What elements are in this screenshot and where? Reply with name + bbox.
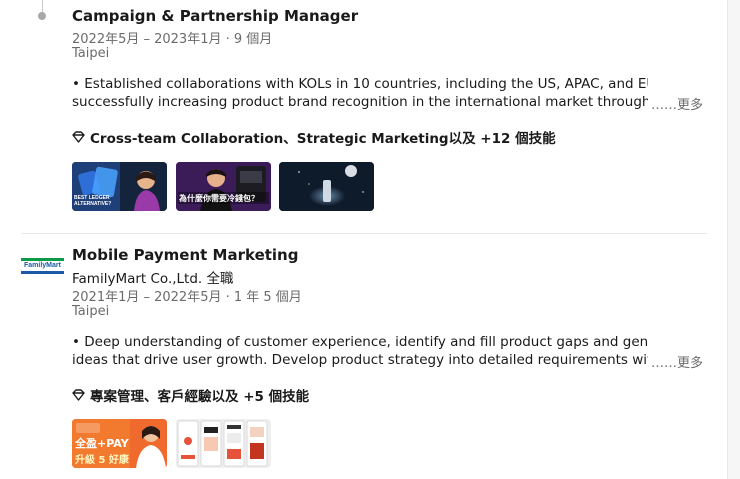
position-description-line1: • Established collaborations with KOLs i…	[72, 76, 648, 92]
section-divider	[22, 233, 707, 234]
see-more-button[interactable]: ……更多	[651, 352, 703, 371]
promo-subline: 升級 5 好康	[75, 455, 129, 466]
media-thumbnail-pay-promo[interactable]: 全盈+PAY 升級 5 好康	[72, 419, 167, 468]
media-thumbnail-ledger[interactable]: BEST LEDGER ALTERNATIVE?	[72, 162, 167, 211]
position-title[interactable]: Mobile Payment Marketing	[72, 246, 298, 264]
page-scroll-area[interactable]	[728, 0, 740, 479]
position-description-line1: • Deep understanding of customer experie…	[72, 334, 648, 350]
position-dates: 2022年5月 – 2023年1月 · 9 個月	[72, 32, 273, 47]
media-image	[176, 419, 271, 468]
skills-label: 專案管理、客戶經驗以及 +5 個技能	[90, 389, 310, 405]
position-location: Taipei	[72, 304, 110, 319]
diamond-icon	[72, 131, 85, 143]
familymart-logo[interactable]: FamilyMart	[21, 258, 64, 274]
media-thumbnail-app-screens[interactable]	[176, 419, 271, 468]
media-thumbnail-cold-wallet[interactable]: 為什麼你需要冷錢包？	[176, 162, 271, 211]
promo-headline: 全盈+PAY	[75, 437, 129, 450]
thumbnail-caption: BEST LEDGER ALTERNATIVE?	[74, 195, 112, 207]
company-name: FamilyMart Co.,Ltd. 全職	[72, 271, 234, 287]
position-title[interactable]: Campaign & Partnership Manager	[72, 7, 358, 25]
media-image	[279, 162, 374, 211]
timeline-dot	[38, 12, 46, 20]
skills-link[interactable]: Cross-team Collaboration、Strategic Marke…	[72, 127, 556, 147]
position-description-line2: ideas that drive user growth. Develop pr…	[72, 352, 648, 368]
position-location: Taipei	[72, 46, 110, 61]
skills-label: Cross-team Collaboration、Strategic Marke…	[90, 131, 556, 147]
thumbnail-caption: 為什麼你需要冷錢包？	[179, 194, 259, 203]
position-dates: 2021年1月 – 2022年5月 · 1 年 5 個月	[72, 290, 302, 305]
position-description-line2: successfully increasing product brand re…	[72, 94, 648, 110]
see-more-button[interactable]: ……更多	[651, 94, 703, 113]
media-thumbnail-space[interactable]	[279, 162, 374, 211]
diamond-icon	[72, 389, 85, 401]
skills-link[interactable]: 專案管理、客戶經驗以及 +5 個技能	[72, 385, 309, 405]
logo-wordmark: FamilyMart	[24, 262, 61, 269]
